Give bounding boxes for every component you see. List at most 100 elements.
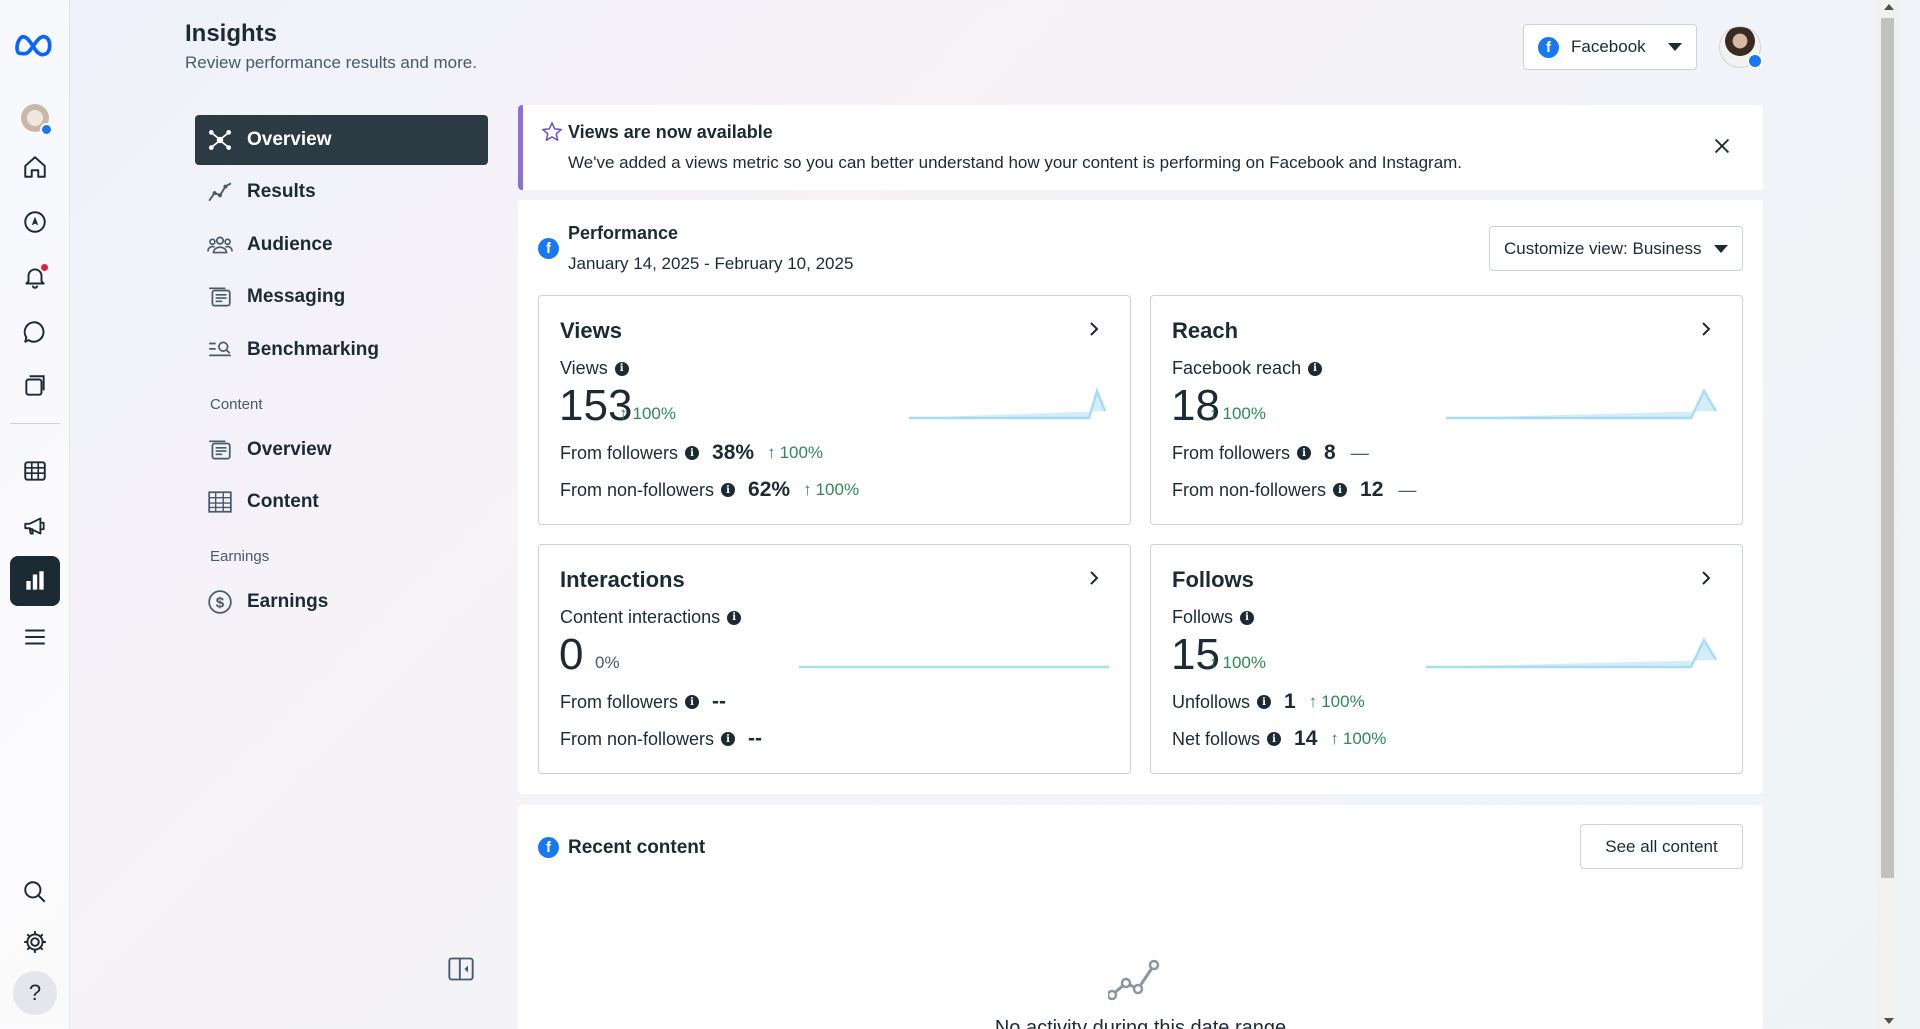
card-title: Reach [1172, 318, 1239, 343]
sidebar-item-label: Overview [247, 129, 332, 150]
insights-bar-chart-icon[interactable] [10, 556, 60, 606]
sidebar-item-benchmarking[interactable]: Benchmarking [195, 325, 488, 375]
from-non-followers-row: From non-followers i 62% ↑ 100% [560, 478, 860, 501]
platform-label: Facebook [1571, 37, 1646, 56]
banner-title: Views are now available [568, 122, 773, 142]
audience-icon [207, 236, 233, 254]
customize-view-dropdown[interactable]: Customize view: Business [1489, 226, 1743, 271]
chevron-right-icon[interactable] [1698, 321, 1714, 337]
info-icon[interactable]: i [1267, 732, 1282, 746]
notification-dot [41, 264, 48, 271]
profile-avatar[interactable] [1719, 26, 1763, 69]
metric-delta: 0% [595, 653, 620, 672]
table-grid-icon[interactable] [10, 446, 60, 496]
dollar-icon: $ [208, 590, 232, 614]
megaphone-icon[interactable] [10, 501, 60, 551]
info-icon[interactable]: i [685, 446, 700, 460]
info-icon[interactable]: i [1297, 446, 1312, 460]
posts-stack-icon[interactable] [10, 361, 60, 411]
metric-delta: ↑ 100% [619, 404, 676, 423]
scroll-up-arrow-icon[interactable] [1884, 4, 1894, 10]
caret-down-icon [1714, 244, 1728, 253]
page-title: Insights [185, 20, 278, 47]
arrow-up-icon: ↑ [1209, 404, 1218, 423]
platform-dropdown[interactable]: f Facebook [1523, 24, 1697, 70]
info-icon[interactable]: i [1333, 483, 1348, 497]
recent-content-panel: f Recent content See all content No acti… [518, 805, 1763, 1029]
settings-gear-icon[interactable] [10, 917, 60, 967]
arrow-up-icon: ↑ [1308, 692, 1318, 711]
collapse-sidebar-icon[interactable] [447, 955, 475, 983]
rail-divider [10, 423, 60, 424]
meta-logo-icon[interactable] [10, 20, 60, 70]
search-icon[interactable] [10, 867, 60, 917]
unfollows-row: Unfollows i 1 ↑ 100% [1172, 690, 1365, 713]
compass-icon[interactable] [10, 197, 60, 247]
sidebar-item-label: Earnings [247, 591, 329, 612]
sidebar-item-audience[interactable]: Audience [195, 220, 488, 270]
menu-hamburger-icon[interactable] [10, 612, 60, 662]
sidebar-item-messaging[interactable]: Messaging [195, 272, 488, 322]
facebook-badge-icon [1747, 53, 1763, 69]
metric-delta: ↑ 100% [1209, 653, 1266, 672]
info-icon[interactable]: i [721, 483, 736, 497]
results-icon [208, 182, 232, 202]
net-follows-row: Net follows i 14 ↑ 100% [1172, 727, 1387, 750]
benchmarking-icon [209, 341, 231, 357]
sidebar-item-results[interactable]: Results [195, 167, 488, 217]
sidebar-item-label: Messaging [247, 286, 346, 307]
table-icon [208, 491, 232, 513]
from-non-followers-row: From non-followers i 12— [1172, 478, 1417, 501]
see-all-content-button[interactable]: See all content [1580, 824, 1743, 869]
overview-icon [208, 130, 232, 150]
from-non-followers-row: From non-followers i -- [560, 727, 763, 750]
page-profile-avatar[interactable] [10, 93, 60, 143]
chat-bubble-icon[interactable] [10, 307, 60, 357]
scrollbar-thumb[interactable] [1881, 18, 1894, 878]
arrow-up-icon: ↑ [619, 404, 628, 423]
views-card[interactable]: Views Views i 153 ↑ 100% From followers i 38… [538, 295, 1131, 525]
help-question-icon[interactable]: ? [13, 971, 57, 1015]
chevron-right-icon[interactable] [1086, 321, 1102, 337]
performance-date-range: January 14, 2025 - February 10, 2025 [568, 254, 854, 273]
recent-content-title: Recent content [568, 837, 706, 858]
card-title: Follows [1172, 567, 1254, 592]
info-icon[interactable]: i [727, 610, 742, 625]
views-sparkline [909, 387, 1107, 420]
info-icon[interactable]: i [685, 695, 700, 709]
svg-text:$: $ [216, 594, 225, 611]
scroll-down-arrow-icon[interactable] [1884, 1018, 1894, 1024]
interactions-card[interactable]: Interactions Content interactions i 0 0% … [538, 544, 1131, 774]
sidebar-section-earnings: Earnings [210, 548, 270, 565]
info-icon[interactable]: i [721, 732, 736, 746]
home-icon[interactable] [10, 142, 60, 192]
info-icon[interactable]: i [1240, 610, 1255, 625]
info-icon[interactable]: i [614, 361, 629, 376]
empty-activity-chart-icon [1108, 959, 1160, 1001]
facebook-icon: f [538, 837, 559, 858]
from-followers-row: From followers i 8— [1172, 441, 1369, 464]
arrow-up-icon: ↑ [803, 480, 812, 499]
notifications-bell-icon[interactable] [10, 252, 60, 302]
sidebar-item-content-overview[interactable]: Overview [195, 425, 488, 475]
sidebar-item-label: Benchmarking [247, 339, 379, 360]
sidebar-item-content[interactable]: Content [195, 477, 488, 527]
sidebar-item-overview[interactable]: Overview [195, 115, 488, 165]
follows-card[interactable]: Follows Follows i 15 ↑ 100% Unfollows i 1 ↑ 10… [1150, 544, 1743, 774]
chevron-right-icon[interactable] [1698, 570, 1714, 586]
chevron-right-icon[interactable] [1086, 570, 1102, 586]
sidebar-item-earnings[interactable]: $ Earnings [195, 577, 488, 627]
info-icon[interactable]: i [1308, 361, 1323, 376]
info-icon[interactable]: i [1257, 695, 1272, 709]
reach-card[interactable]: Reach Facebook reach i 18 ↑ 100% From foll… [1150, 295, 1743, 525]
banner-text: We've added a views metric so you can be… [568, 153, 1463, 172]
facebook-icon: f [1538, 36, 1559, 58]
performance-title: Performance [568, 223, 679, 243]
close-icon[interactable] [1711, 135, 1733, 157]
facebook-icon: f [538, 238, 559, 259]
arrow-up-icon: ↑ [1209, 653, 1218, 672]
from-followers-row: From followers i -- [560, 690, 727, 713]
metric-delta: ↑ 100% [1209, 404, 1266, 423]
metric-label: Facebook reach i [1172, 358, 1323, 379]
metric-label: Views i [560, 358, 629, 379]
